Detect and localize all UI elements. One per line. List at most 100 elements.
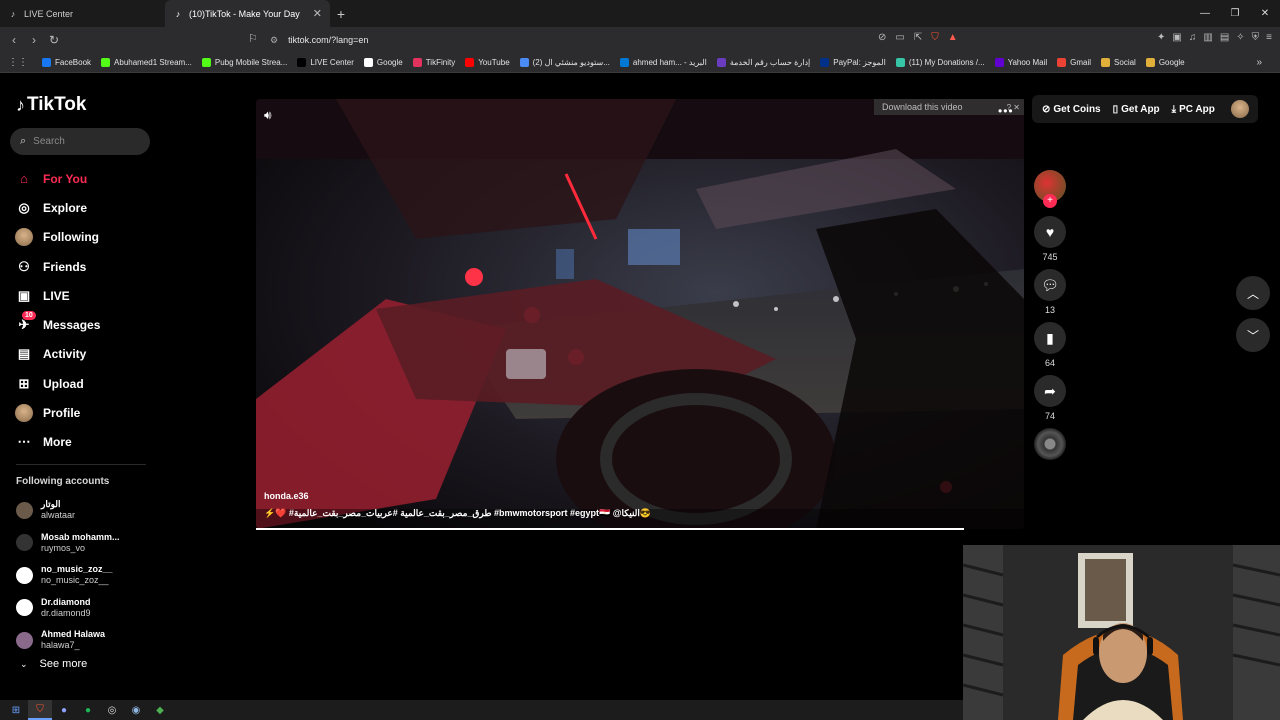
steam-icon[interactable]: ◉ — [124, 700, 148, 720]
vpn-icon[interactable]: ⛨ — [1252, 32, 1260, 43]
close-window-icon[interactable]: ✕ — [1250, 0, 1280, 27]
reader-mode-icon[interactable]: ⊘ — [878, 32, 886, 43]
sidebar-item-activity[interactable]: ▤ Activity — [14, 340, 154, 369]
cast-icon[interactable]: ▭ — [895, 32, 904, 43]
bookmark-item[interactable]: Pubg Mobile Strea... — [201, 58, 288, 67]
see-more-button[interactable]: ⌄ See more — [20, 658, 87, 670]
wallet-icon[interactable]: ▤ — [1220, 32, 1229, 43]
get-coins-button[interactable]: ⊘ Get Coins — [1042, 104, 1101, 115]
music-disc-icon[interactable] — [1034, 428, 1066, 460]
brave-rewards-icon[interactable]: ▲ — [948, 32, 958, 43]
account-avatar — [16, 631, 33, 649]
creator-avatar[interactable]: + — [1034, 170, 1066, 208]
bookmark-item[interactable]: Yahoo Mail — [994, 58, 1047, 67]
bookmark-label: Pubg Mobile Strea... — [214, 58, 288, 67]
account-name: no_music_zoz__ — [41, 564, 113, 575]
bookmark-item[interactable]: FaceBook — [42, 58, 91, 67]
url-field[interactable]: ⚙ tiktok.com/?lang=en — [270, 31, 368, 49]
share-button[interactable]: ➦ — [1034, 375, 1066, 407]
window-controls: — ❐ ✕ — [1190, 0, 1280, 27]
tiktok-logo[interactable]: ♪ TikTok — [16, 94, 86, 116]
bookmark-item[interactable]: Social — [1101, 58, 1136, 67]
comment-button[interactable]: 💬︎ — [1034, 269, 1066, 301]
apps-grid-icon[interactable]: ⋮⋮ — [8, 57, 28, 68]
browser-tab-live-center[interactable]: ♪ LIVE Center — [0, 0, 165, 27]
video-author[interactable]: honda.e36 — [264, 491, 309, 501]
bookmark-item[interactable]: Gmail — [1057, 58, 1091, 67]
restore-icon[interactable]: ❐ — [1220, 0, 1250, 27]
bookmark-item[interactable]: (11) My Donations /... — [895, 58, 985, 67]
following-account-item[interactable]: Mosab mohamm... ruymos_vo — [16, 527, 156, 560]
bookmark-page-icon[interactable]: ⚐ — [248, 32, 258, 45]
home-icon: ⌂ — [20, 171, 28, 187]
sidebar-item-for-you[interactable]: ⌂ For You — [14, 164, 154, 193]
browser-tab-tiktok[interactable]: ♪ (10)TikTok - Make Your Day ✕ — [165, 0, 330, 27]
webcam-feed — [963, 545, 1280, 720]
bookmark-item[interactable]: (2) ستوديو منشئي ال... — [519, 58, 610, 67]
bookmark-item[interactable]: ahmed ham... - البريد — [619, 58, 707, 67]
bookmark-item[interactable]: Google — [363, 58, 403, 67]
bookmark-item[interactable]: إدارة حساب رقم الخدمة — [716, 58, 810, 67]
sidebar-item-following[interactable]: Following — [14, 223, 154, 252]
site-info-icon[interactable]: ⚙ — [270, 35, 278, 46]
following-account-item[interactable]: الوتار alwataar — [16, 494, 156, 527]
following-account-item[interactable]: Dr.diamond dr.diamond9 — [16, 592, 156, 625]
sidebar-item-explore[interactable]: ◎ Explore — [14, 193, 154, 222]
video-player[interactable] — [256, 99, 1024, 529]
follow-plus-icon[interactable]: + — [1043, 194, 1057, 208]
bookmark-item[interactable]: Abuhamed1 Stream... — [101, 58, 192, 67]
tiktok-icon: ♪ — [10, 8, 16, 19]
spotify-icon[interactable]: ● — [76, 700, 100, 720]
sidebar-item-friends[interactable]: ⚇ Friends — [14, 252, 154, 281]
like-button[interactable]: ♥ — [1034, 216, 1066, 248]
save-button[interactable]: ▮ — [1034, 322, 1066, 354]
following-account-item[interactable]: no_music_zoz__ no_music_zoz__ — [16, 559, 156, 592]
sidebar-item-messages[interactable]: ✈ 10 Messages — [14, 310, 154, 339]
menu-icon[interactable]: ≡ — [1266, 32, 1272, 43]
sidebar-item-live[interactable]: ▣ LIVE — [14, 281, 154, 310]
new-tab-button[interactable]: + — [330, 0, 352, 27]
pc-app-button[interactable]: ⤓ PC App — [1172, 104, 1215, 115]
bookmark-favicon-icon — [1101, 58, 1111, 67]
bookmark-item[interactable]: LIVE Center — [297, 58, 354, 67]
forward-icon[interactable]: › — [24, 33, 44, 47]
sidebar-item-profile[interactable]: Profile — [14, 398, 154, 427]
bookmark-item[interactable]: YouTube — [465, 58, 510, 67]
sidebar-item-upload[interactable]: ⊞ Upload — [14, 369, 154, 398]
user-avatar[interactable] — [1230, 100, 1249, 118]
next-video-button[interactable]: ﹀ — [1236, 318, 1270, 352]
get-app-button[interactable]: ▯ Get App — [1113, 104, 1160, 115]
share-action: ➦ 74 — [1034, 375, 1066, 422]
video-progress-bar[interactable] — [256, 528, 964, 530]
bookmark-item[interactable]: Google — [1145, 58, 1185, 67]
media-icon[interactable]: ♫ — [1189, 32, 1197, 43]
bookmark-item[interactable]: PayPal: الموجز — [820, 58, 886, 67]
obs-icon[interactable]: ◎ — [100, 700, 124, 720]
following-accounts-list: الوتار alwataar Mosab mohamm... ruymos_vo no… — [16, 494, 156, 657]
leo-ai-icon[interactable]: ✧ — [1236, 32, 1244, 43]
back-icon[interactable]: ‹ — [4, 33, 24, 47]
bookmark-item[interactable]: TikFinity — [412, 58, 455, 67]
screenshot-icon[interactable]: ▣ — [1172, 32, 1181, 43]
minimize-icon[interactable]: — — [1190, 0, 1220, 27]
sidebar-item-label: Following — [43, 230, 99, 245]
extensions-icon[interactable]: ✦ — [1157, 32, 1165, 43]
following-account-item[interactable]: Ahmed Halawa halawa7_ — [16, 624, 156, 657]
discord-icon[interactable]: ● — [52, 700, 76, 720]
more-options-icon[interactable]: ••• — [998, 104, 1014, 118]
more-bookmarks-icon[interactable]: » — [1256, 57, 1262, 68]
app-icon[interactable]: ◆ — [148, 700, 172, 720]
close-tab-icon[interactable]: ✕ — [313, 7, 322, 20]
brave-browser-icon[interactable]: ⛉ — [28, 700, 52, 720]
account-avatar — [16, 566, 33, 584]
brave-shield-icon[interactable]: ⛉ — [931, 32, 939, 43]
sidebar-icon[interactable]: ▥ — [1203, 32, 1212, 43]
share-icon[interactable]: ⇱ — [914, 32, 922, 43]
top-actions-bar: ⊘ Get Coins ▯ Get App ⤓ PC App — [1032, 95, 1258, 123]
sidebar-item-more[interactable]: ⋯ More — [14, 428, 154, 457]
previous-video-button[interactable]: ︿ — [1236, 276, 1270, 310]
windows-start-icon[interactable]: ⊞ — [4, 700, 28, 720]
search-input[interactable]: ⌕ Search — [10, 128, 150, 155]
mute-toggle-icon[interactable]: 🔊︎ — [264, 108, 272, 123]
reload-icon[interactable]: ↻ — [44, 33, 64, 47]
